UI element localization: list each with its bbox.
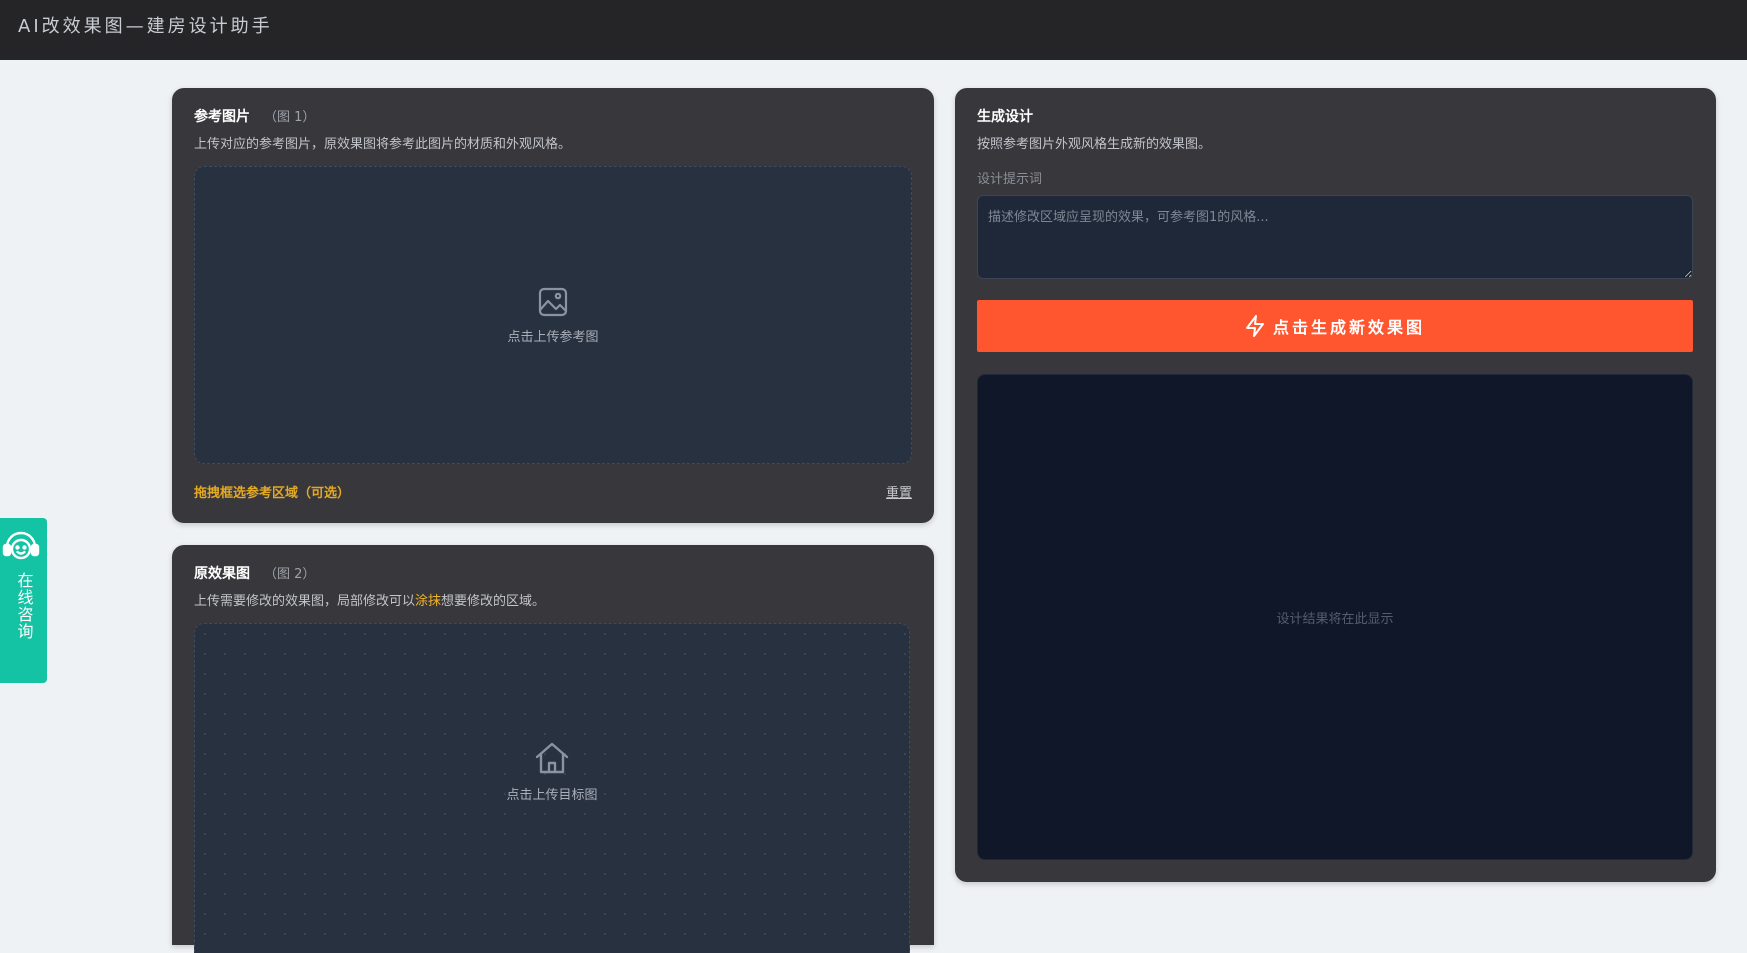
result-area: 设计结果将在此显示 — [977, 374, 1693, 860]
reference-panel: 参考图片 （图 1） 上传对应的参考图片，原效果图将参考此图片的材质和外观风格。 … — [172, 88, 934, 523]
app-title: AI改效果图—建房设计助手 — [18, 16, 273, 37]
original-upload-label: 点击上传目标图 — [506, 788, 598, 803]
original-description-prefix: 上传需要修改的效果图，局部修改可以 — [194, 594, 416, 609]
generate-panel: 生成设计 按照参考图片外观风格生成新的效果图。 设计提示词 点击生成新效果图 设… — [955, 88, 1716, 882]
prompt-input[interactable] — [977, 195, 1693, 279]
reference-tag: （图 1） — [264, 110, 316, 125]
original-upload-dropzone[interactable]: 点击上传目标图 — [194, 623, 910, 953]
original-tag: （图 2） — [264, 567, 316, 582]
generate-description: 按照参考图片外观风格生成新的效果图。 — [977, 137, 1212, 152]
reset-button[interactable]: 重置 — [886, 482, 912, 501]
reference-upload-label: 点击上传参考图 — [507, 329, 599, 345]
original-panel: 原效果图 （图 2） 上传需要修改的效果图，局部修改可以涂抹想要修改的区域。 点击… — [172, 545, 934, 953]
original-description-suffix: 想要修改的区域。 — [441, 594, 546, 609]
generate-panel-title: 生成设计 — [977, 109, 1033, 125]
result-placeholder: 设计结果将在此显示 — [1276, 611, 1394, 627]
original-panel-title: 原效果图 （图 2） — [194, 563, 315, 583]
top-bar: AI改效果图—建房设计助手 — [0, 0, 1747, 60]
lightning-icon — [1245, 315, 1265, 337]
prompt-label: 设计提示词 — [977, 172, 1043, 187]
region-select-hint: 拖拽框选参考区域（可选） — [194, 486, 351, 501]
online-consult-label: 在线咨询 — [14, 572, 34, 640]
generate-button-label: 点击生成新效果图 — [1272, 318, 1425, 337]
original-title-text: 原效果图 — [194, 566, 250, 582]
original-description-highlight: 涂抹 — [415, 594, 442, 609]
house-icon — [534, 740, 570, 776]
online-consult-widget[interactable]: 在线咨询 — [0, 518, 47, 683]
image-icon — [537, 286, 569, 318]
generate-button[interactable]: 点击生成新效果图 — [977, 300, 1693, 352]
reference-description: 上传对应的参考图片，原效果图将参考此图片的材质和外观风格。 — [194, 137, 572, 152]
reference-upload-dropzone[interactable]: 点击上传参考图 — [194, 166, 912, 464]
reference-title-text: 参考图片 — [194, 109, 250, 125]
original-description: 上传需要修改的效果图，局部修改可以涂抹想要修改的区域。 — [194, 590, 545, 609]
reference-panel-title: 参考图片 （图 1） — [194, 106, 315, 126]
headset-icon — [1, 528, 41, 568]
